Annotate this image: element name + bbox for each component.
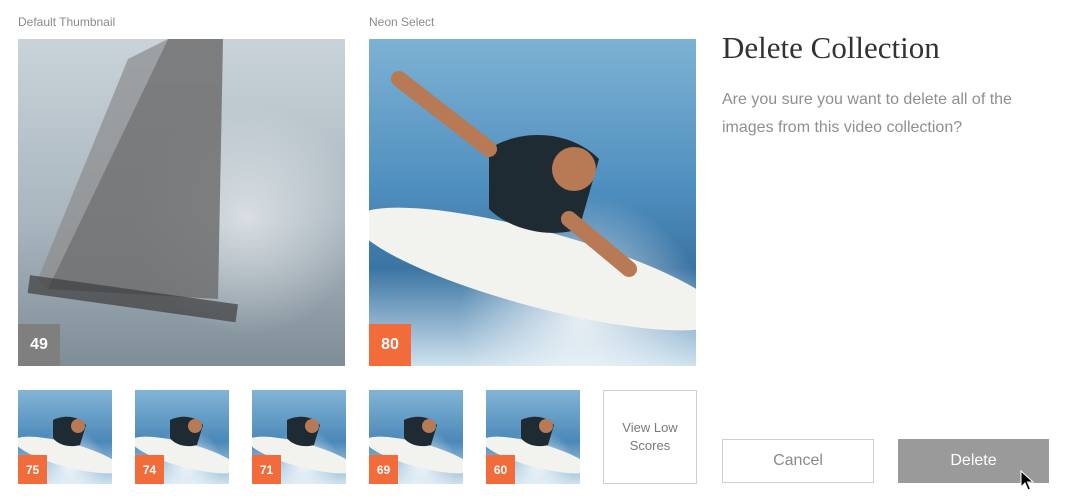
default-thumbnail-image[interactable]: 49 bbox=[18, 39, 345, 366]
neon-select-image[interactable]: 80 bbox=[369, 39, 696, 366]
dialog-title: Delete Collection bbox=[722, 30, 940, 65]
view-low-scores-button[interactable]: View Low Scores bbox=[603, 390, 697, 484]
score-badge: 80 bbox=[369, 324, 411, 366]
small-thumbnail-2[interactable]: 74 bbox=[135, 390, 229, 484]
score-badge: 60 bbox=[486, 455, 515, 484]
dialog-message: Are you sure you want to delete all of t… bbox=[722, 91, 1012, 136]
default-thumbnail-label: Default Thumbnail bbox=[18, 15, 116, 29]
mouse-cursor-icon bbox=[1020, 470, 1034, 491]
score-badge: 71 bbox=[252, 455, 281, 484]
score-badge: 69 bbox=[369, 455, 398, 484]
small-thumbnail-3[interactable]: 71 bbox=[252, 390, 346, 484]
score-badge: 74 bbox=[135, 455, 164, 484]
small-thumbnail-4[interactable]: 69 bbox=[369, 390, 463, 484]
small-thumbnail-5[interactable]: 60 bbox=[486, 390, 580, 484]
sailboat-illustration bbox=[27, 39, 239, 323]
small-thumbnail-1[interactable]: 75 bbox=[18, 390, 112, 484]
score-badge: 49 bbox=[18, 324, 60, 366]
score-badge: 75 bbox=[18, 455, 47, 484]
neon-select-label: Neon Select bbox=[369, 15, 435, 29]
cancel-button[interactable]: Cancel bbox=[722, 439, 874, 483]
surfer-illustration bbox=[369, 71, 696, 331]
